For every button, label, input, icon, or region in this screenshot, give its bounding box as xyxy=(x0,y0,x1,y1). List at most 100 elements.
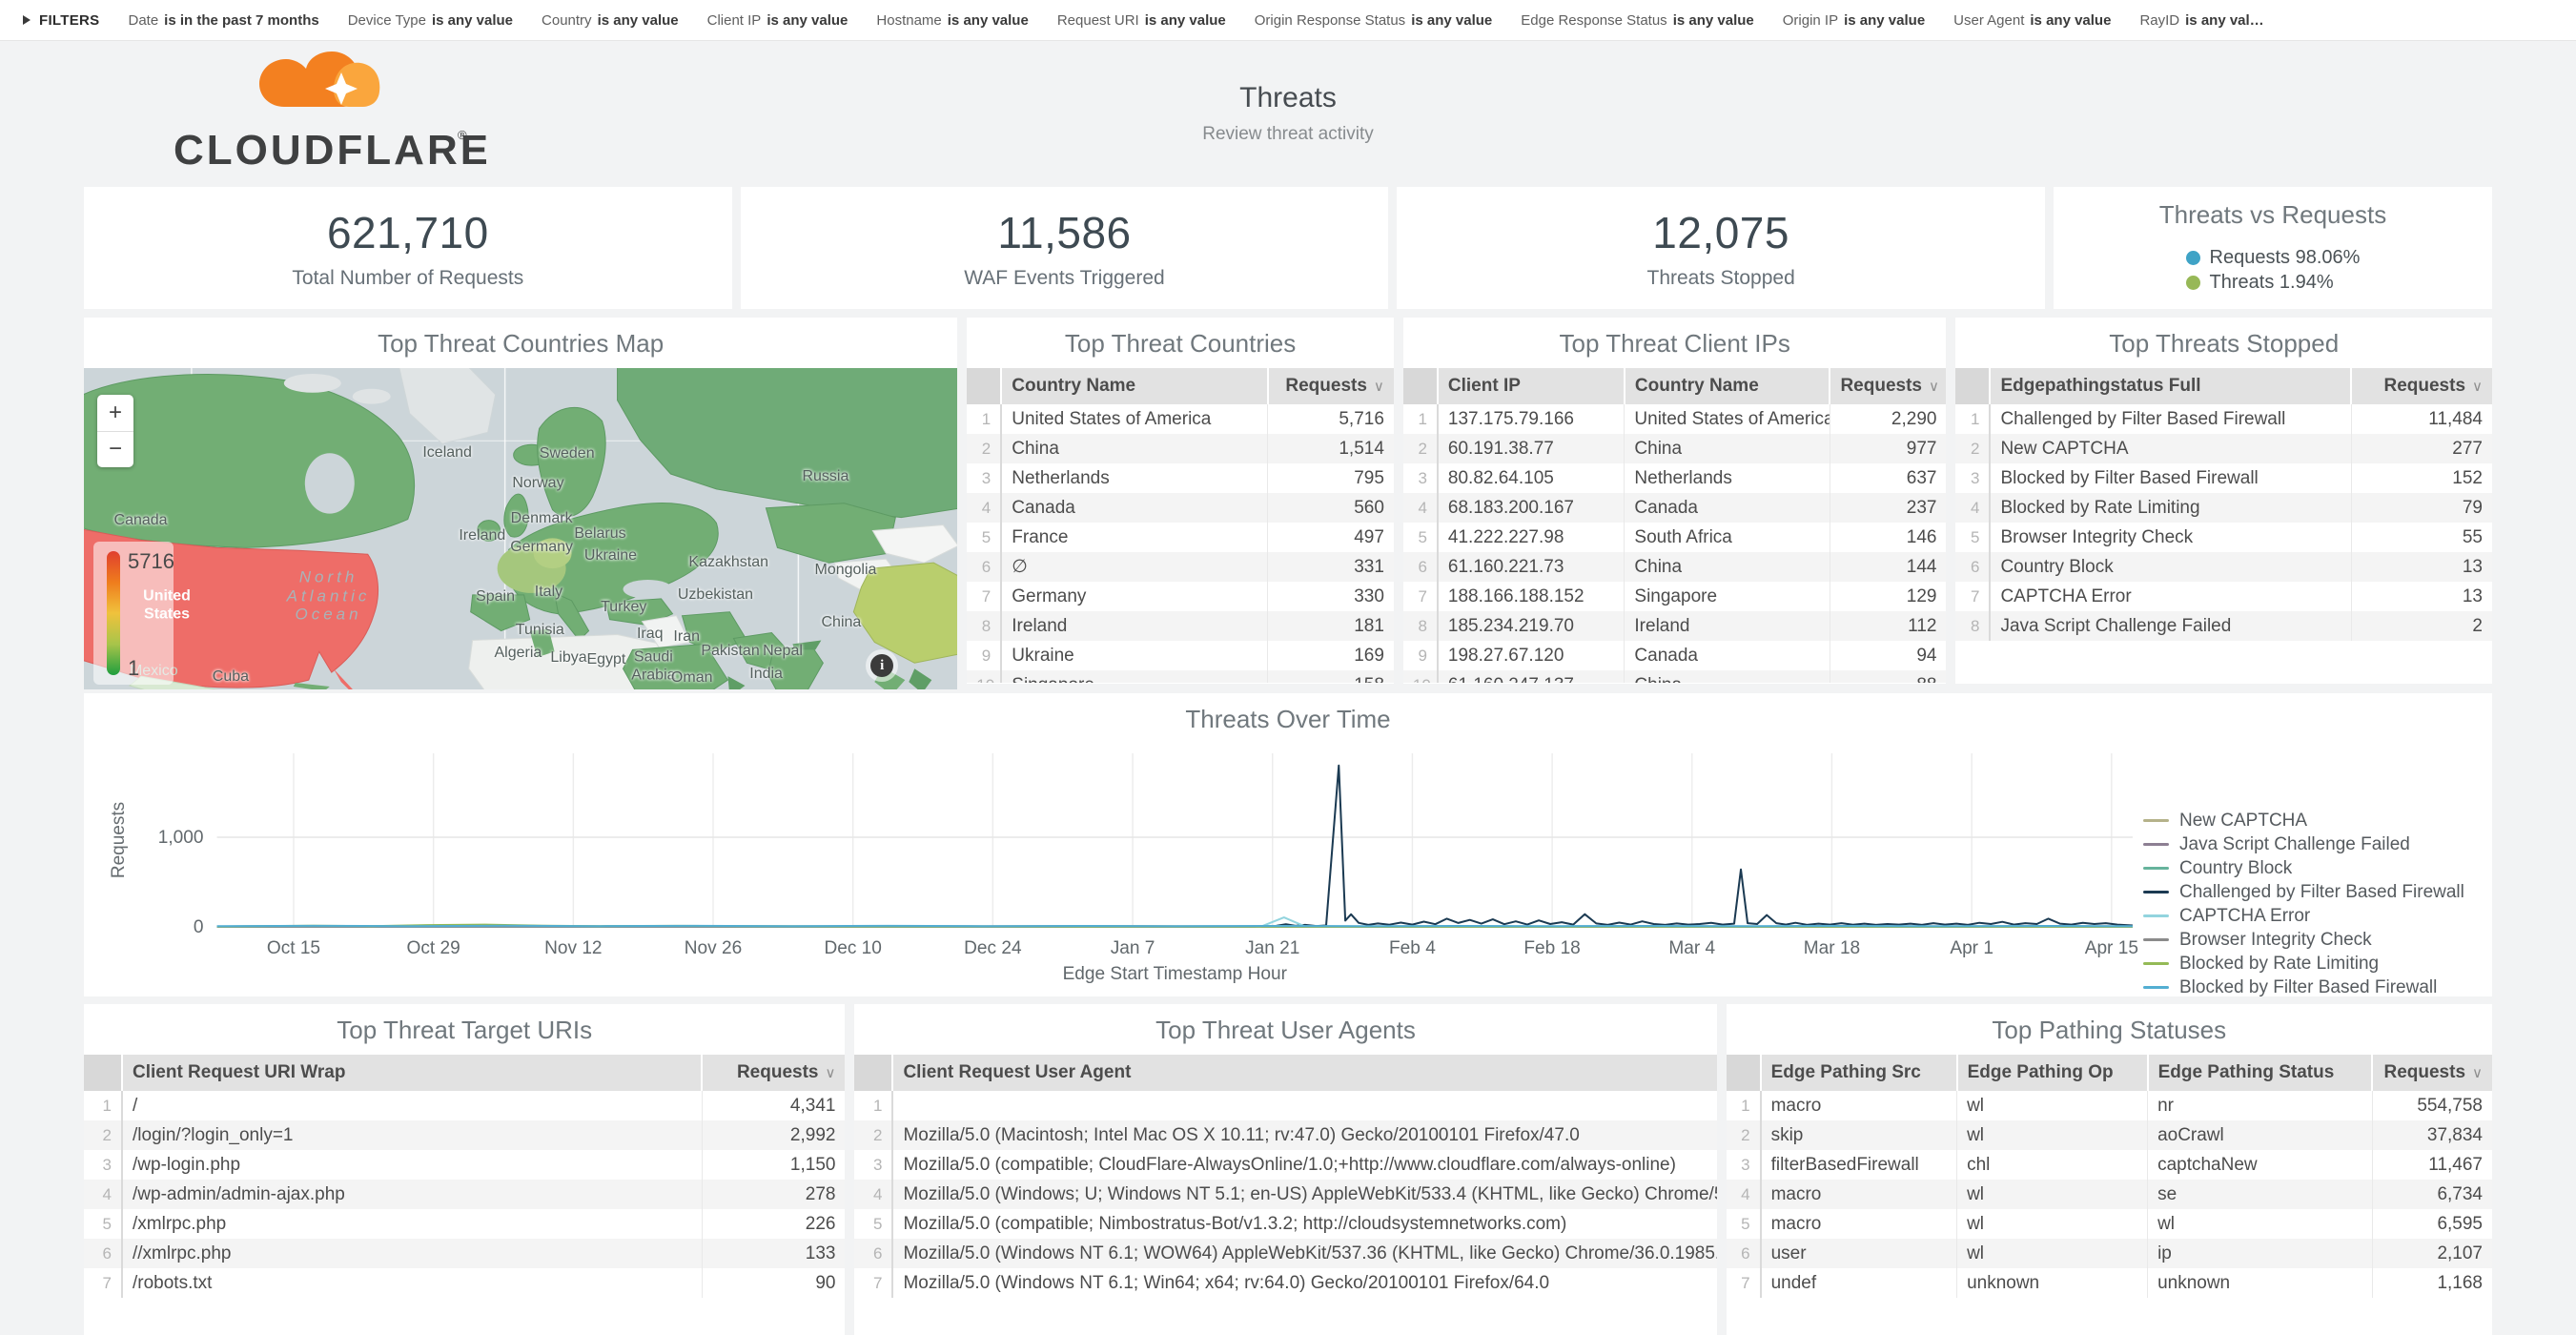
table-row[interactable]: 9198.27.67.120Canada94 xyxy=(1403,641,1947,670)
cell: Canada xyxy=(1625,493,1830,523)
filter-item[interactable]: Origin Response Statusis any value xyxy=(1255,12,1492,29)
table-row[interactable]: 2/login/?login_only=12,992 xyxy=(84,1120,845,1150)
zoom-in-button[interactable]: + xyxy=(97,395,133,431)
table-row[interactable]: 4Mozilla/5.0 (Windows; U; Windows NT 5.1… xyxy=(854,1180,1716,1209)
table-row[interactable]: 1061.160.247.137China88 xyxy=(1403,670,1947,683)
table-row[interactable]: 7undefunknownunknown1,168 xyxy=(1727,1268,2492,1298)
column-header[interactable]: Edge Pathing Status xyxy=(2148,1055,2372,1091)
column-header[interactable]: Client IP xyxy=(1438,368,1625,404)
table-row[interactable]: 6//xmlrpc.php133 xyxy=(84,1239,845,1268)
cell: 795 xyxy=(1268,463,1394,493)
column-header[interactable]: Edge Pathing Op xyxy=(1957,1055,2148,1091)
table-row[interactable]: 6userwlip2,107 xyxy=(1727,1239,2492,1268)
table-row[interactable]: 6Country Block13 xyxy=(1955,552,2492,582)
filter-item[interactable]: Client IPis any value xyxy=(707,12,848,29)
table-row[interactable]: 1Challenged by Filter Based Firewall11,4… xyxy=(1955,404,2492,434)
column-header[interactable]: Client Request User Agent xyxy=(892,1055,1716,1091)
column-header[interactable]: Edgepathingstatus Full xyxy=(1990,368,2351,404)
table-row[interactable]: 2New CAPTCHA277 xyxy=(1955,434,2492,463)
table-row[interactable]: 1137.175.79.166United States of America2… xyxy=(1403,404,1947,434)
table-row[interactable]: 8Ireland181 xyxy=(967,611,1394,641)
column-header[interactable] xyxy=(1955,368,1990,404)
table-row[interactable]: 5macrowlwl6,595 xyxy=(1727,1209,2492,1239)
table-row[interactable]: 7Mozilla/5.0 (Windows NT 6.1; Win64; x64… xyxy=(854,1268,1716,1298)
filters-toggle[interactable]: FILTERS xyxy=(23,12,99,29)
table-row[interactable]: 468.183.200.167Canada237 xyxy=(1403,493,1947,523)
table-row[interactable]: 1 xyxy=(854,1091,1716,1120)
column-header[interactable] xyxy=(1403,368,1438,404)
sort-column-header[interactable]: Requests∨ xyxy=(1830,368,1946,404)
column-header[interactable]: Country Name xyxy=(1001,368,1268,404)
table-row[interactable]: 3Blocked by Filter Based Firewall152 xyxy=(1955,463,2492,493)
filter-item[interactable]: Edge Response Statusis any value xyxy=(1521,12,1754,29)
filter-item[interactable]: Origin IPis any value xyxy=(1783,12,1925,29)
table-row[interactable]: 1/4,341 xyxy=(84,1091,845,1120)
row-number: 5 xyxy=(1403,523,1438,552)
row-number: 3 xyxy=(1955,463,1990,493)
column-header[interactable]: Country Name xyxy=(1625,368,1830,404)
table-row[interactable]: 2Mozilla/5.0 (Macintosh; Intel Mac OS X … xyxy=(854,1120,1716,1150)
row-number: 3 xyxy=(967,463,1001,493)
table-row[interactable]: 6∅331 xyxy=(967,552,1394,582)
filter-item[interactable]: Request URIis any value xyxy=(1057,12,1226,29)
world-map[interactable]: CanadaUnited StatesMexicoCubaIcelandSwed… xyxy=(84,368,957,689)
table-row[interactable]: 5Mozilla/5.0 (compatible; Nimbostratus-B… xyxy=(854,1209,1716,1239)
table-row[interactable]: 2skipwlaoCrawl37,834 xyxy=(1727,1120,2492,1150)
table-row[interactable]: 5/xmlrpc.php226 xyxy=(84,1209,845,1239)
table-row[interactable]: 260.191.38.77China977 xyxy=(1403,434,1947,463)
table-row[interactable]: 8Java Script Challenge Failed2 xyxy=(1955,611,2492,641)
filter-item[interactable]: Dateis in the past 7 months xyxy=(128,12,318,29)
table-row[interactable]: 7Germany330 xyxy=(967,582,1394,611)
chart-legend-item[interactable]: Browser Integrity Check xyxy=(2143,928,2479,952)
column-header[interactable]: Edge Pathing Src xyxy=(1761,1055,1957,1091)
table-row[interactable]: 1United States of America5,716 xyxy=(967,404,1394,434)
chart-legend-item[interactable]: CAPTCHA Error xyxy=(2143,904,2479,928)
table-row[interactable]: 4macrowlse6,734 xyxy=(1727,1180,2492,1209)
table-row[interactable]: 3filterBasedFirewallchlcaptchaNew11,467 xyxy=(1727,1150,2492,1180)
filter-item[interactable]: User Agentis any value xyxy=(1953,12,2111,29)
row-number: 3 xyxy=(1727,1150,1761,1180)
chart-legend-item[interactable]: Java Script Challenge Failed xyxy=(2143,832,2479,856)
table-row[interactable]: 7/robots.txt90 xyxy=(84,1268,845,1298)
table-row[interactable]: 8185.234.219.70Ireland112 xyxy=(1403,611,1947,641)
sort-column-header[interactable]: Requests∨ xyxy=(1268,368,1394,404)
table-row[interactable]: 661.160.221.73China144 xyxy=(1403,552,1947,582)
table-row[interactable]: 1macrowlnr554,758 xyxy=(1727,1091,2492,1120)
column-header[interactable]: Client Request URI Wrap xyxy=(122,1055,702,1091)
table-row[interactable]: 3/wp-login.php1,150 xyxy=(84,1150,845,1180)
filter-item[interactable]: Countryis any value xyxy=(542,12,679,29)
column-header[interactable] xyxy=(84,1055,122,1091)
table-row[interactable]: 7CAPTCHA Error13 xyxy=(1955,582,2492,611)
chart-legend-item[interactable]: New CAPTCHA xyxy=(2143,809,2479,832)
column-header[interactable] xyxy=(854,1055,892,1091)
filter-item[interactable]: Device Typeis any value xyxy=(348,12,513,29)
sort-column-header[interactable]: Requests∨ xyxy=(2372,1055,2492,1091)
filter-item[interactable]: Hostnameis any value xyxy=(876,12,1028,29)
table-row[interactable]: 2China1,514 xyxy=(967,434,1394,463)
table-row[interactable]: 3Mozilla/5.0 (compatible; CloudFlare-Alw… xyxy=(854,1150,1716,1180)
table-row[interactable]: 6Mozilla/5.0 (Windows NT 6.1; WOW64) App… xyxy=(854,1239,1716,1268)
table-row[interactable]: 4Blocked by Rate Limiting79 xyxy=(1955,493,2492,523)
filter-item[interactable]: RayIDis any val… xyxy=(2139,12,2263,29)
table-row[interactable]: 4/wp-admin/admin-ajax.php278 xyxy=(84,1180,845,1209)
table-row[interactable]: 380.82.64.105Netherlands637 xyxy=(1403,463,1947,493)
table-row[interactable]: 5Browser Integrity Check55 xyxy=(1955,523,2492,552)
table-row[interactable]: 10Singapore158 xyxy=(967,670,1394,683)
chart-legend-item[interactable]: Blocked by Filter Based Firewall xyxy=(2143,976,2479,999)
sort-column-header[interactable]: Requests∨ xyxy=(702,1055,845,1091)
table-row[interactable]: 9Ukraine169 xyxy=(967,641,1394,670)
chart-legend-item[interactable]: Challenged by Filter Based Firewall xyxy=(2143,880,2479,904)
table-row[interactable]: 5France497 xyxy=(967,523,1394,552)
zoom-out-button[interactable]: − xyxy=(97,432,133,468)
table-row[interactable]: 4Canada560 xyxy=(967,493,1394,523)
chart-legend-item[interactable]: Blocked by Rate Limiting xyxy=(2143,952,2479,976)
table-row[interactable]: 541.222.227.98South Africa146 xyxy=(1403,523,1947,552)
chart-legend-item[interactable]: Country Block xyxy=(2143,856,2479,880)
tile-label: Total Number of Requests xyxy=(292,267,523,290)
table-row[interactable]: 3Netherlands795 xyxy=(967,463,1394,493)
table-row[interactable]: 7188.166.188.152Singapore129 xyxy=(1403,582,1947,611)
cell: 90 xyxy=(702,1268,845,1298)
column-header[interactable] xyxy=(967,368,1001,404)
sort-column-header[interactable]: Requests∨ xyxy=(2351,368,2492,404)
column-header[interactable] xyxy=(1727,1055,1761,1091)
